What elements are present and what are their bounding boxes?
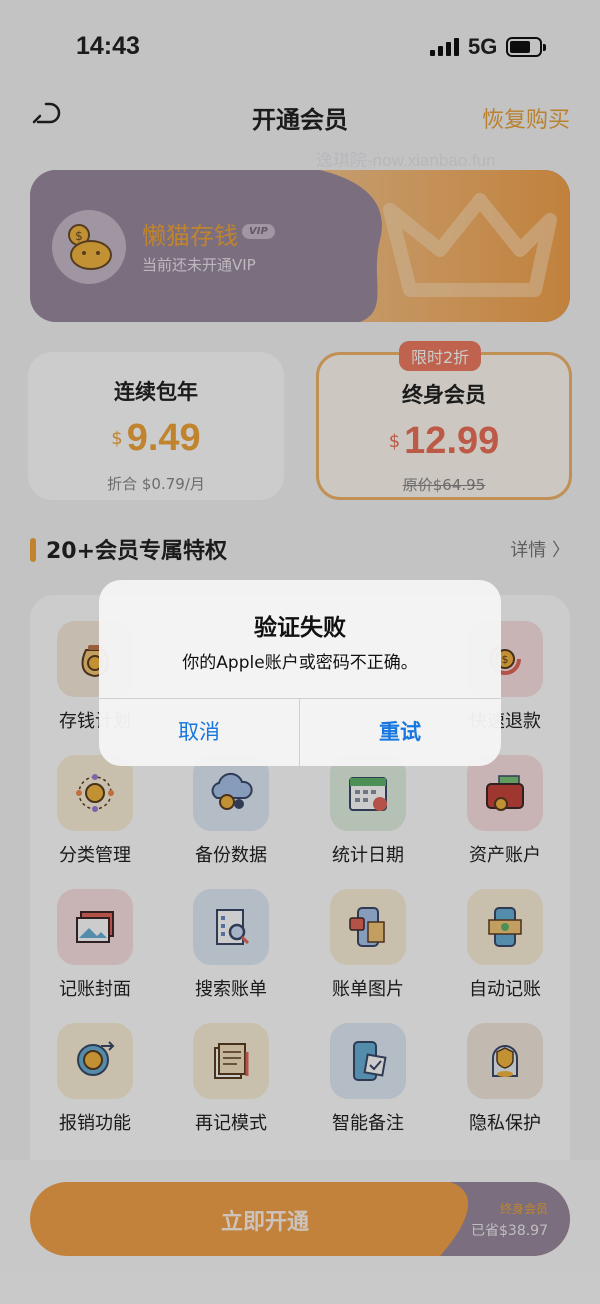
verification-failed-alert: 验证失败 你的Apple账户或密码不正确。 取消 重试 <box>99 580 501 766</box>
alert-title: 验证失败 <box>254 615 346 641</box>
alert-message: 你的Apple账户或密码不正确。 <box>182 653 418 673</box>
cancel-button[interactable]: 取消 <box>99 698 299 766</box>
retry-button[interactable]: 重试 <box>300 698 500 766</box>
